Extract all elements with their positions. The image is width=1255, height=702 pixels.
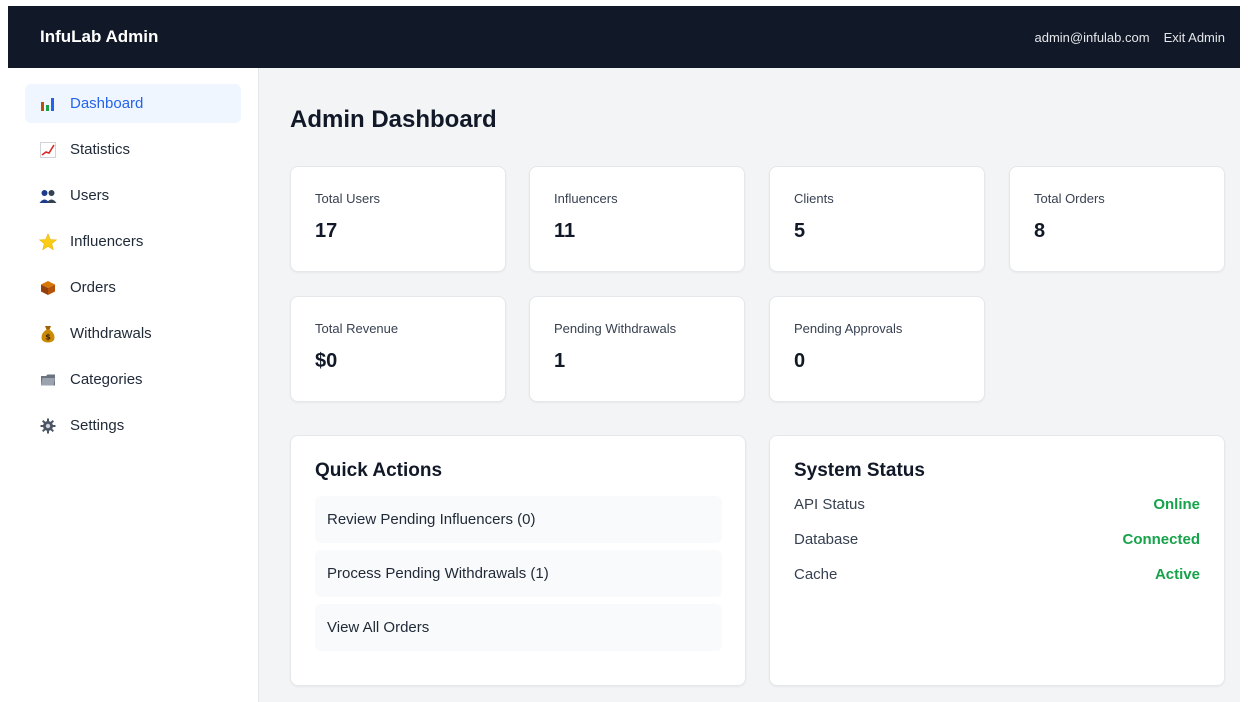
stat-value: 11 <box>554 220 576 242</box>
star-icon <box>39 232 57 251</box>
status-value: Active <box>1154 566 1200 583</box>
stat-card-total-revenue: Total Revenue $0 <box>290 296 506 402</box>
top-bar: InfuLab Admin admin@infulab.com Exit Adm… <box>8 6 1240 68</box>
sidebar-item-users[interactable]: Users <box>25 176 241 215</box>
stat-value: 17 <box>315 220 338 242</box>
status-row-api: API Status Online <box>794 496 1200 531</box>
sidebar-item-orders[interactable]: Orders <box>25 268 241 307</box>
sidebar-item-influencers[interactable]: Influencers <box>25 222 241 261</box>
stat-card-influencers: Influencers 11 <box>529 166 745 272</box>
page-title: Admin Dashboard <box>290 106 497 133</box>
folder-icon <box>39 371 57 389</box>
stat-label: Pending Withdrawals <box>554 321 677 336</box>
svg-text:$: $ <box>45 332 51 341</box>
stat-value: $0 <box>315 350 338 372</box>
brand-title: InfuLab Admin <box>40 27 159 46</box>
status-row-database: Database Connected <box>794 531 1200 566</box>
sidebar-item-label: Withdrawals <box>70 325 152 342</box>
users-icon <box>39 187 57 205</box>
sidebar-item-label: Orders <box>70 279 116 296</box>
stat-value: 0 <box>794 350 806 372</box>
sidebar-item-withdrawals[interactable]: $ Withdrawals <box>25 314 241 353</box>
gear-icon <box>39 417 57 435</box>
stat-label: Pending Approvals <box>794 321 903 336</box>
stat-label: Clients <box>794 191 834 206</box>
sidebar-item-dashboard[interactable]: Dashboard <box>25 84 241 123</box>
sidebar-item-label: Influencers <box>70 233 144 250</box>
stat-value: 5 <box>794 220 806 242</box>
sidebar: Dashboard Statistics Users Influencers O… <box>8 68 259 702</box>
system-status-title: System Status <box>794 460 925 481</box>
status-value: Online <box>1153 496 1200 513</box>
stat-label: Total Revenue <box>315 321 399 336</box>
status-label: Cache <box>794 566 838 583</box>
top-right-area: admin@infulab.com Exit Admin <box>1034 30 1225 45</box>
quick-actions-title: Quick Actions <box>315 460 443 481</box>
stat-value: 1 <box>554 350 566 372</box>
stat-card-clients: Clients 5 <box>769 166 985 272</box>
stat-card-total-orders: Total Orders 8 <box>1009 166 1225 272</box>
admin-email: admin@infulab.com <box>1034 29 1150 45</box>
sidebar-item-label: Categories <box>70 371 143 388</box>
sidebar-item-statistics[interactable]: Statistics <box>25 130 241 169</box>
process-pending-withdrawals-button[interactable]: Process Pending Withdrawals (1) <box>315 550 722 597</box>
status-label: Database <box>794 531 859 548</box>
sidebar-item-settings[interactable]: Settings <box>25 406 241 445</box>
stat-label: Total Orders <box>1034 191 1105 206</box>
status-label: API Status <box>794 496 865 513</box>
sidebar-item-label: Dashboard <box>70 95 144 112</box>
exit-admin-link[interactable]: Exit Admin <box>1164 30 1225 45</box>
view-all-orders-button[interactable]: View All Orders <box>315 604 722 651</box>
bar-chart-icon <box>39 95 57 113</box>
stat-card-pending-withdrawals: Pending Withdrawals 1 <box>529 296 745 402</box>
stat-card-total-users: Total Users 17 <box>290 166 506 272</box>
sidebar-item-label: Users <box>70 187 110 204</box>
stat-value: 8 <box>1034 220 1046 242</box>
package-icon <box>39 279 57 297</box>
status-row-cache: Cache Active <box>794 566 1200 601</box>
system-status-panel: System Status API Status Online Database… <box>769 435 1225 686</box>
sidebar-item-label: Settings <box>70 417 125 434</box>
app-frame: InfuLab Admin admin@infulab.com Exit Adm… <box>8 6 1240 702</box>
money-bag-icon: $ <box>39 325 57 343</box>
sidebar-item-categories[interactable]: Categories <box>25 360 241 399</box>
quick-actions-panel: Quick Actions Review Pending Influencers… <box>290 435 746 686</box>
status-value: Connected <box>1122 531 1200 548</box>
review-pending-influencers-button[interactable]: Review Pending Influencers (0) <box>315 496 722 543</box>
sidebar-item-label: Statistics <box>70 141 131 158</box>
stat-card-pending-approvals: Pending Approvals 0 <box>769 296 985 402</box>
stat-label: Influencers <box>554 191 618 206</box>
stat-label: Total Users <box>315 191 381 206</box>
trend-chart-icon <box>39 141 57 159</box>
